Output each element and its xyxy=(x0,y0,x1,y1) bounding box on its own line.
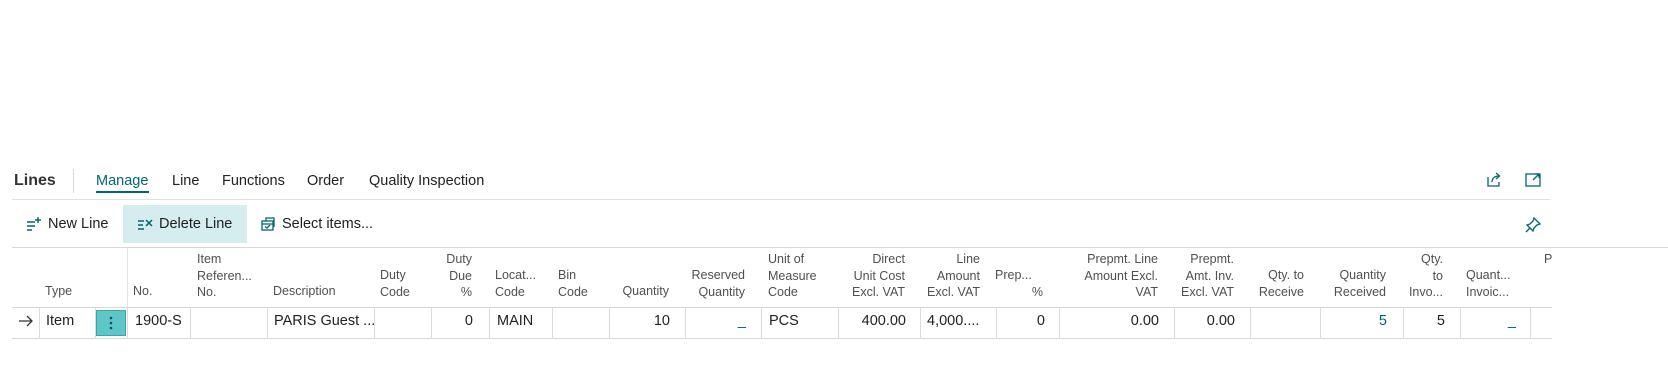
cell-divider xyxy=(489,307,490,339)
column-header-quantity[interactable]: Quantity xyxy=(600,283,669,300)
tab-functions[interactable]: Functions xyxy=(222,173,285,189)
cell-qty-to-invoice[interactable]: 5 xyxy=(1404,313,1445,329)
select-items-button[interactable]: Select items... xyxy=(254,205,379,243)
column-header-type[interactable]: Type xyxy=(45,283,72,300)
column-header-prepmt-amt-inv[interactable]: Prepmt. Amt. Inv. Excl. VAT xyxy=(1170,251,1234,301)
tabbar-divider xyxy=(12,199,1550,200)
cell-divider xyxy=(39,307,40,339)
cell-prepmt-line-amount[interactable]: 0.00 xyxy=(1060,313,1159,329)
cell-quantity-received[interactable]: 5 xyxy=(1321,313,1387,329)
active-tab-indicator xyxy=(96,191,149,193)
row-top-border xyxy=(12,307,1552,308)
expand-icon[interactable] xyxy=(1524,171,1544,191)
section-title: Lines xyxy=(14,172,56,189)
cell-direct-unit-cost[interactable]: 400.00 xyxy=(839,313,906,329)
cell-divider xyxy=(127,307,128,339)
select-items-icon xyxy=(261,217,275,231)
row-bottom-border xyxy=(12,338,1552,339)
cell-divider xyxy=(1530,307,1531,339)
cell-divider xyxy=(920,307,921,339)
cell-type[interactable]: Item xyxy=(46,313,74,329)
column-header-qty-to-invoice[interactable]: Qty. to Invo... xyxy=(1400,251,1443,301)
tab-manage[interactable]: Manage xyxy=(96,173,148,189)
share-icon[interactable] xyxy=(1485,171,1505,191)
column-header-item-reference-no[interactable]: Item Referen... No. xyxy=(197,251,252,301)
cell-prepmt-amt-inv[interactable]: 0.00 xyxy=(1175,313,1235,329)
cell-divider xyxy=(761,307,762,339)
arrow-right-icon xyxy=(18,314,34,333)
delete-line-label: Delete Line xyxy=(159,216,233,232)
column-header-unit-of-measure-code[interactable]: Unit of Measure Code xyxy=(768,251,817,301)
select-items-label: Select items... xyxy=(282,216,374,232)
cell-divider xyxy=(1250,307,1251,339)
column-header-description[interactable]: Description xyxy=(273,283,336,300)
column-header-no[interactable]: No. xyxy=(133,283,152,300)
column-header-duty-code[interactable]: Duty Code xyxy=(380,267,410,300)
column-header-reserved-quantity[interactable]: Reserved Quantity xyxy=(680,267,746,300)
cell-divider xyxy=(267,307,268,339)
column-header-direct-unit-cost[interactable]: Direct Unit Cost Excl. VAT xyxy=(835,251,905,301)
column-header-truncated[interactable]: P xyxy=(1544,251,1552,268)
column-header-duty-due[interactable]: Duty Due% xyxy=(432,251,472,301)
new-line-label: New Line xyxy=(48,216,109,232)
cell-no[interactable]: 1900-S xyxy=(135,313,182,329)
cell-duty-due[interactable]: 0 xyxy=(432,313,473,329)
cell-divider xyxy=(552,307,553,339)
header-divider xyxy=(127,248,128,307)
cell-location-code[interactable]: MAIN xyxy=(497,313,533,329)
column-header-bin-code[interactable]: Bin Code xyxy=(558,267,588,300)
column-header-prepayment-percent[interactable]: Prep...% xyxy=(995,267,1043,300)
tab-order[interactable]: Order xyxy=(307,173,344,189)
cell-description[interactable]: PARIS Guest ... xyxy=(274,313,375,329)
cell-reserved-quantity[interactable]: _ xyxy=(686,313,746,329)
cell-divider xyxy=(190,307,191,339)
tab-line[interactable]: Line xyxy=(172,173,199,189)
new-line-icon xyxy=(27,217,41,231)
column-header-quantity-invoiced[interactable]: Quant... Invoic... xyxy=(1466,267,1510,300)
cell-quantity[interactable]: 10 xyxy=(610,313,670,329)
column-header-qty-to-receive[interactable]: Qty. to Receive xyxy=(1250,267,1304,300)
title-separator xyxy=(73,169,74,193)
cell-prepayment-percent[interactable]: 0 xyxy=(997,313,1045,329)
new-line-button[interactable]: New Line xyxy=(18,205,116,243)
column-header-prepmt-line-amount[interactable]: Prepmt. Line Amount Excl. VAT xyxy=(1065,251,1158,301)
delete-line-icon xyxy=(138,219,153,230)
cell-unit-of-measure[interactable]: PCS xyxy=(769,313,799,329)
column-header-location-code[interactable]: Locat... Code xyxy=(495,267,536,300)
more-vertical-icon[interactable] xyxy=(96,310,126,336)
cell-line-amount[interactable]: 4,000.... xyxy=(927,313,979,329)
delete-line-button[interactable]: Delete Line xyxy=(123,205,247,243)
pin-icon[interactable] xyxy=(1524,216,1544,236)
column-header-quantity-received[interactable]: Quantity Received xyxy=(1320,267,1386,300)
column-header-line-amount[interactable]: Line Amount Excl. VAT xyxy=(915,251,980,301)
tab-quality-inspection[interactable]: Quality Inspection xyxy=(369,173,484,189)
grid-top-border xyxy=(12,247,1668,248)
cell-quantity-invoiced[interactable]: _ xyxy=(1461,313,1516,329)
